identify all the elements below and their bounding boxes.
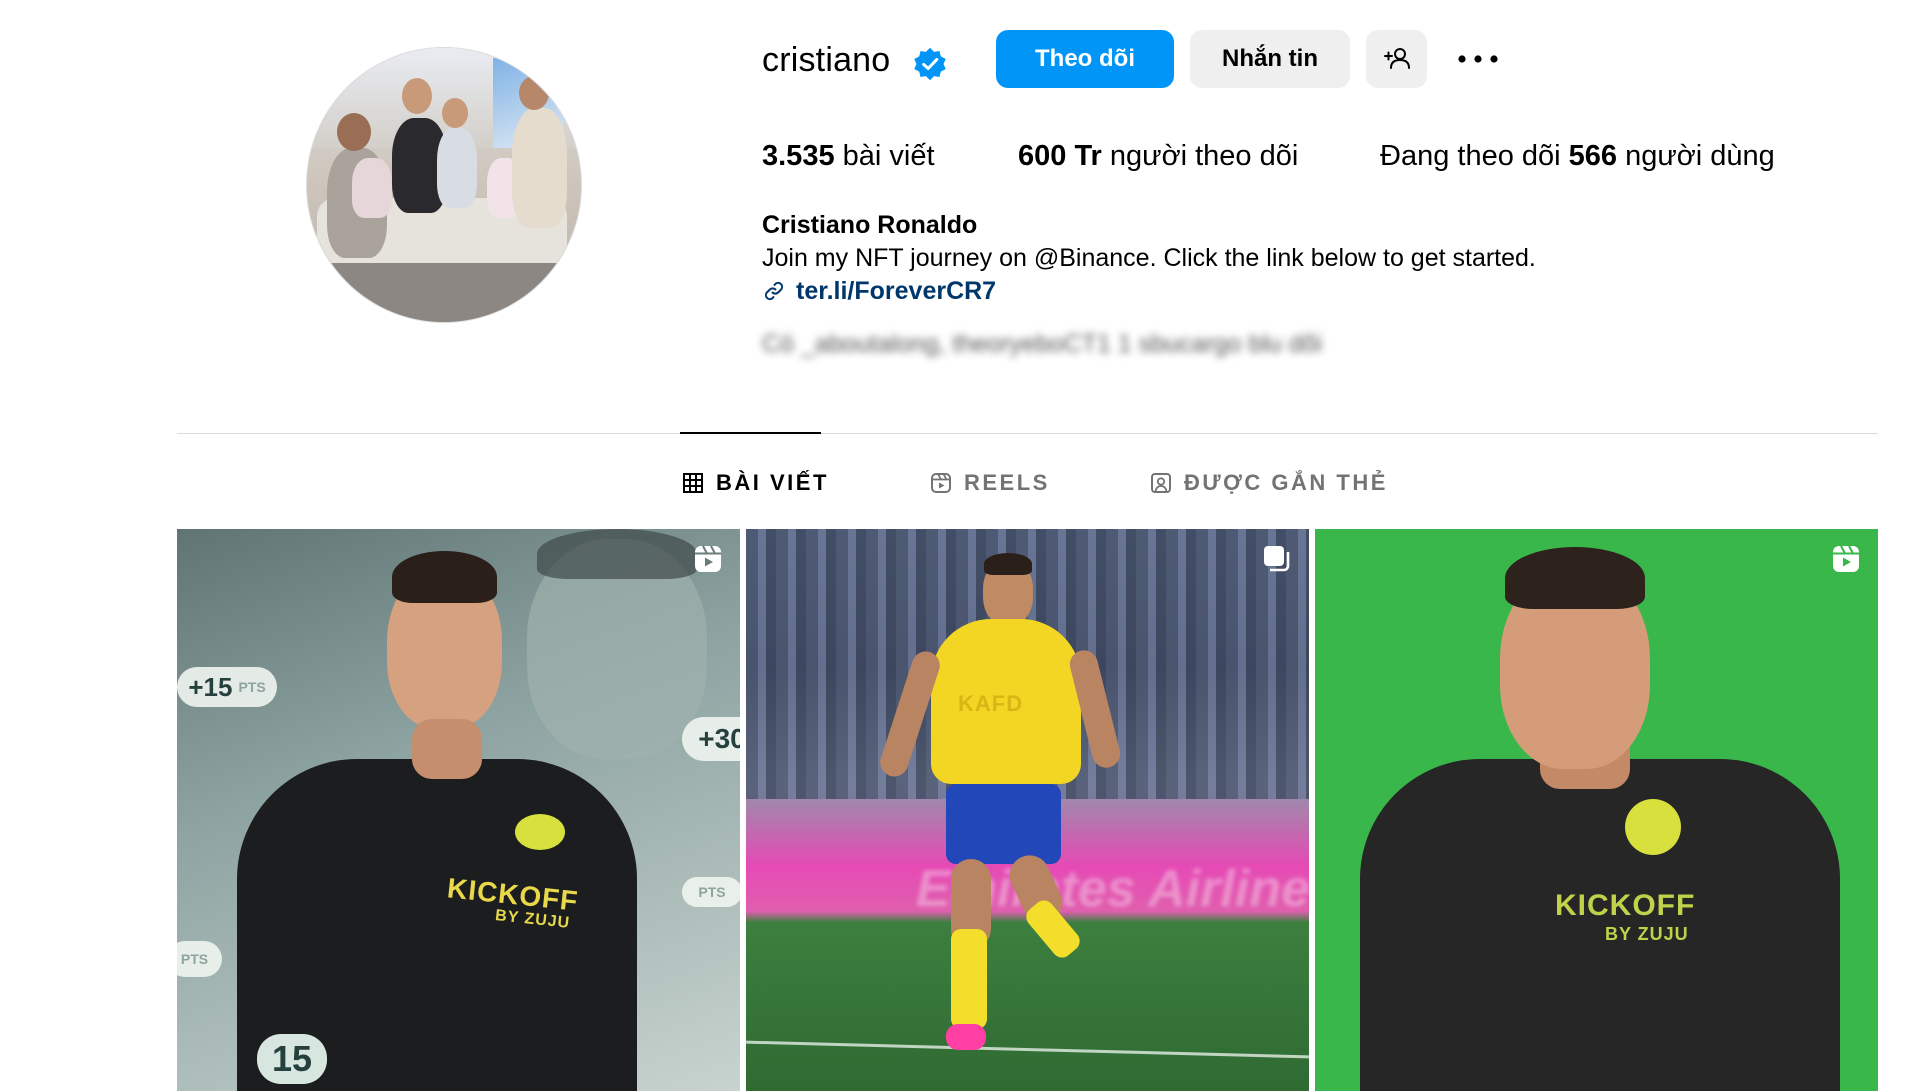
profile-username: cristiano [762, 41, 891, 79]
active-tab-indicator [680, 432, 821, 434]
post-thumbnail-3[interactable]: KICKOFF BY ZUJU [1315, 529, 1878, 1091]
mutual-followers-blurred[interactable]: Có _aboutalong, theoryeboCT1 1 sbucargo … [762, 330, 1322, 359]
post3-brand-text: KICKOFF [1555, 889, 1696, 922]
pts-pill-2: +30 [682, 717, 740, 761]
tab-reels[interactable]: REELS [930, 466, 1050, 500]
profile-link[interactable]: ter.li/ForeverCR7 [762, 274, 996, 308]
profile-avatar[interactable] [306, 47, 582, 323]
tab-tagged[interactable]: ĐƯỢC GẮN THẺ [1150, 466, 1388, 500]
verified-badge-icon [914, 47, 946, 81]
carousel-icon [1264, 546, 1290, 572]
tabs-divider [177, 433, 1878, 434]
person-add-icon [1383, 48, 1410, 69]
stat-following[interactable]: Đang theo dõi 566 người dùng [1380, 136, 1775, 176]
post2-shirt-text: KAFD [958, 691, 1024, 716]
pts-pill-5: 15 [257, 1034, 327, 1084]
reels-icon [931, 473, 951, 493]
post3-brand-sub-text: BY ZUJU [1605, 924, 1689, 944]
follow-button[interactable]: Theo dõi [996, 30, 1174, 88]
reels-icon [1833, 545, 1859, 572]
profile-bio: Join my NFT journey on @Binance. Click t… [762, 244, 1536, 272]
more-options-button[interactable] [1448, 30, 1508, 88]
link-icon [764, 281, 784, 301]
message-button[interactable]: Nhắn tin [1190, 30, 1350, 88]
post-thumbnail-1[interactable]: KICKOFF BY ZUJU +15 PTS +30 PTS PTS 15 [177, 529, 740, 1091]
more-horizontal-icon [1458, 55, 1498, 63]
stat-posts: 3.535 bài viết [762, 140, 935, 172]
tagged-icon [1151, 473, 1171, 493]
profile-full-name: Cristiano Ronaldo [762, 211, 978, 239]
tab-posts[interactable]: BÀI VIẾT [682, 466, 829, 500]
profile-link-text[interactable]: ter.li/ForeverCR7 [796, 277, 996, 306]
reels-icon [695, 545, 721, 572]
post-thumbnail-2[interactable]: Emirates Airline KAFD [746, 529, 1309, 1091]
suggest-user-button[interactable] [1366, 30, 1427, 88]
grid-icon [683, 473, 703, 493]
pts-pill-1: +15 PTS [177, 667, 277, 707]
pts-pill-4: PTS [177, 941, 222, 977]
stat-followers[interactable]: 600 Tr người theo dõi [1018, 136, 1298, 176]
pts-pill-3: PTS [682, 877, 740, 907]
